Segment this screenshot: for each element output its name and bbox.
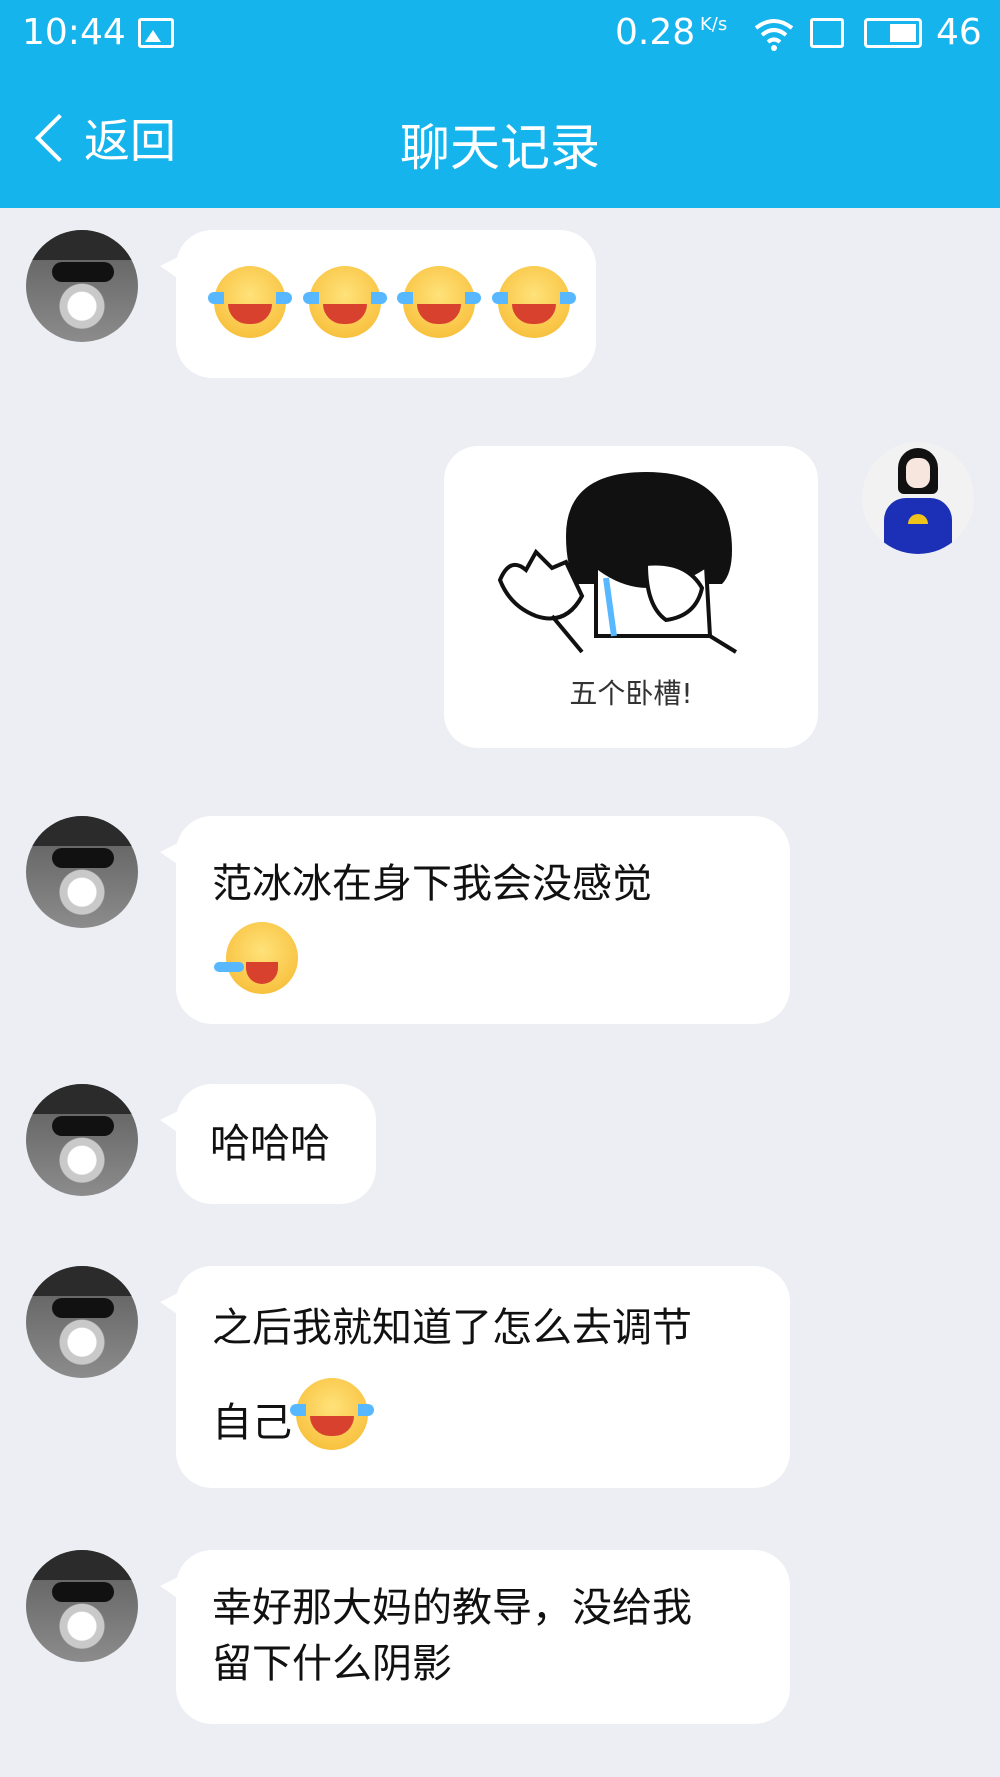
contact-avatar[interactable] — [26, 230, 138, 342]
message-text: 之后我就知道了怎么去调节 — [212, 1305, 692, 1351]
sticker-caption: 五个卧槽! — [569, 677, 693, 710]
message-text: 哈哈哈 — [210, 1121, 330, 1167]
network-speed: 0.28 — [615, 12, 696, 53]
crying-emoji-icon — [214, 922, 298, 994]
page-title: 聊天记录 — [400, 119, 600, 177]
title-bar: 返回 聊天记录 — [0, 68, 1000, 208]
sim-icon — [810, 18, 844, 48]
contact-avatar[interactable] — [26, 1550, 138, 1662]
message-text: 范冰冰在身下我会没感觉 — [212, 861, 652, 907]
image-icon — [138, 18, 174, 48]
laugh-cry-emoji-icon — [208, 266, 292, 338]
laugh-cry-emoji-icon — [302, 266, 387, 338]
laugh-cry-emoji-icon — [290, 1378, 374, 1450]
battery-level: 46 — [936, 12, 982, 53]
message-text: 留下什么阴影 — [212, 1641, 452, 1687]
message-bubble[interactable]: 幸好那大妈的教导，没给我 留下什么阴影 — [160, 1550, 790, 1724]
message-bubble[interactable]: 哈哈哈 — [160, 1084, 376, 1204]
message-bubble[interactable] — [160, 230, 596, 378]
contact-avatar[interactable] — [26, 1084, 138, 1196]
message-bubble[interactable]: 范冰冰在身下我会没感觉 — [160, 816, 790, 1024]
message-bubble[interactable]: 之后我就知道了怎么去调节 自己 — [160, 1266, 790, 1488]
network-speed-unit: K/s — [700, 14, 728, 35]
message-text: 自己 — [212, 1400, 292, 1446]
wifi-icon — [754, 19, 794, 51]
sticker-message[interactable]: 五个卧槽! — [444, 446, 818, 748]
my-avatar[interactable] — [862, 442, 974, 554]
status-bar: 10:44 0.28 K/s 46 — [0, 0, 1000, 68]
laugh-cry-emoji-icon — [397, 266, 482, 338]
sticker-image — [497, 472, 738, 654]
message-text: 幸好那大妈的教导，没给我 — [212, 1585, 692, 1631]
status-time: 10:44 — [22, 12, 126, 53]
laugh-cry-emoji-icon — [492, 266, 577, 338]
battery-icon — [864, 18, 922, 48]
contact-avatar[interactable] — [26, 1266, 138, 1378]
contact-avatar[interactable] — [26, 816, 138, 928]
